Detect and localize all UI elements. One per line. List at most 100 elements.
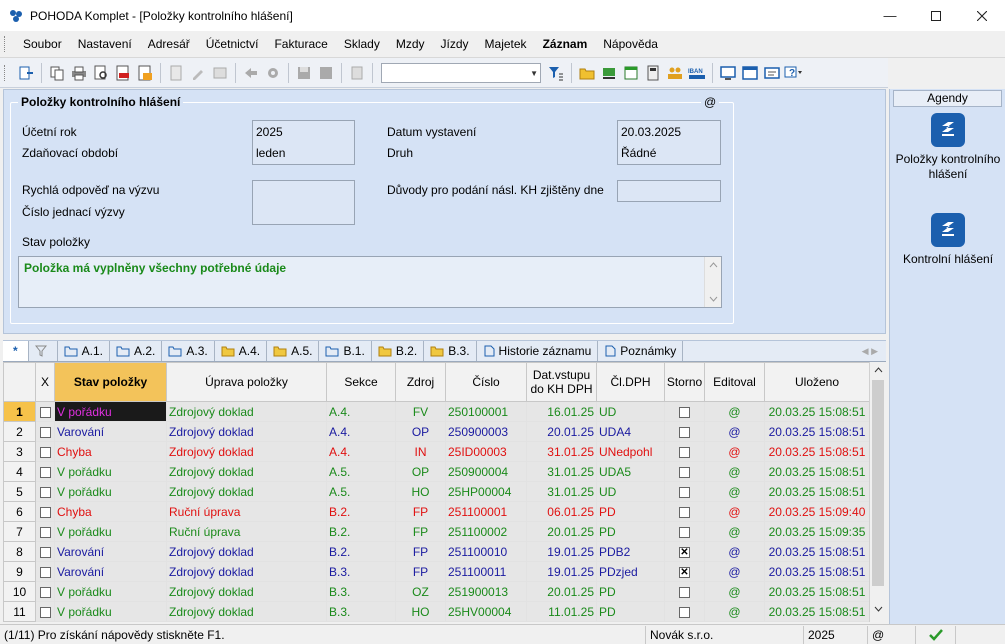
cell-ulozeno[interactable]: 20.03.25 15:08:51 <box>764 441 869 462</box>
cell-cislo[interactable]: 250900003 <box>445 421 527 442</box>
cell-editoval[interactable]: @ <box>704 601 765 622</box>
cell-datum[interactable]: 31.01.25 <box>526 441 597 462</box>
rychla-odpoved-field[interactable] <box>252 180 355 225</box>
people-icon[interactable] <box>665 63 685 83</box>
col-header-cislo[interactable]: Číslo <box>445 362 527 402</box>
card-icon[interactable] <box>762 63 782 83</box>
cell-cl-dph[interactable]: PD <box>596 601 665 622</box>
help-icon[interactable]: ? <box>784 63 804 83</box>
menu-napoveda[interactable]: Nápověda <box>595 37 666 51</box>
cell-sekce[interactable]: B.2. <box>326 501 396 522</box>
checkbox[interactable] <box>39 526 51 538</box>
row-select-checkbox[interactable] <box>35 581 55 602</box>
cell-ulozeno[interactable]: 20.03.25 15:08:51 <box>764 541 869 562</box>
cell-stav[interactable]: Varování <box>54 561 167 582</box>
cell-ulozeno[interactable]: 20.03.25 15:08:51 <box>764 421 869 442</box>
cell-editoval[interactable]: @ <box>704 441 765 462</box>
row-number[interactable]: 4 <box>3 461 36 482</box>
copy-icon[interactable] <box>47 63 67 83</box>
tab-historie[interactable]: Historie záznamu <box>477 341 599 361</box>
table-row[interactable]: 10 V pořádku Zdrojový doklad B.3. OZ 25190001… <box>3 581 869 602</box>
table-row[interactable]: 1 V pořádku Zdrojový doklad A.4. FV 250100001… <box>3 401 869 422</box>
col-header-sekce[interactable]: Sekce <box>326 362 396 402</box>
cell-editoval[interactable]: @ <box>704 541 765 562</box>
cell-zdroj[interactable]: HO <box>395 481 446 502</box>
cell-zdroj[interactable]: FP <box>395 541 446 562</box>
stav-polozky-textarea[interactable]: Položka má vyplněny všechny potřebné úda… <box>18 256 722 308</box>
row-select-checkbox[interactable] <box>35 541 55 562</box>
row-select-checkbox[interactable] <box>35 501 55 522</box>
checkbox[interactable] <box>39 566 51 578</box>
cell-uprava[interactable]: Ruční úprava <box>166 521 327 542</box>
menu-sklady[interactable]: Sklady <box>336 37 388 51</box>
table-row[interactable]: 2 Varování Zdrojový doklad A.4. OP 250900003 2… <box>3 421 869 442</box>
cell-datum[interactable]: 16.01.25 <box>526 401 597 422</box>
table-row[interactable]: 11 V pořádku Zdrojový doklad B.3. HO 25HV0000… <box>3 601 869 622</box>
row-number[interactable]: 10 <box>3 581 36 602</box>
cell-storno-checkbox[interactable] <box>664 421 705 442</box>
table-row[interactable]: 8 Varování Zdrojový doklad B.2. FP 251100010 1… <box>3 541 869 562</box>
cell-ulozeno[interactable]: 20.03.25 15:08:51 <box>764 401 869 422</box>
export-icon[interactable] <box>135 63 155 83</box>
cell-sekce[interactable]: A.4. <box>326 441 396 462</box>
checkbox[interactable] <box>39 446 51 458</box>
cell-storno-checkbox[interactable] <box>664 461 705 482</box>
pdf-icon[interactable] <box>113 63 133 83</box>
preview-icon[interactable] <box>91 63 111 83</box>
cell-cl-dph[interactable]: PD <box>596 521 665 542</box>
cell-cl-dph[interactable]: UD <box>596 481 665 502</box>
col-header-storno[interactable]: Storno <box>664 362 705 402</box>
row-number[interactable]: 11 <box>3 601 36 622</box>
minimize-button[interactable]: — <box>867 0 913 31</box>
cell-sekce[interactable]: A.5. <box>326 461 396 482</box>
checkbox[interactable] <box>679 506 690 518</box>
cell-uprava[interactable]: Zdrojový doklad <box>166 581 327 602</box>
money-icon[interactable] <box>599 63 619 83</box>
cell-uprava[interactable]: Zdrojový doklad <box>166 481 327 502</box>
checkbox[interactable] <box>39 406 51 418</box>
cell-cislo[interactable]: 251900013 <box>445 581 527 602</box>
cell-storno-checkbox[interactable] <box>664 581 705 602</box>
cell-zdroj[interactable]: FP <box>395 501 446 522</box>
row-number[interactable]: 1 <box>3 401 36 422</box>
cell-cislo[interactable]: 251100002 <box>445 521 527 542</box>
col-header-editoval[interactable]: Editoval <box>704 362 765 402</box>
col-header-x[interactable]: X <box>35 362 55 402</box>
cell-stav[interactable]: V pořádku <box>54 601 167 622</box>
checkbox[interactable] <box>39 606 51 618</box>
row-number[interactable]: 6 <box>3 501 36 522</box>
cell-uprava[interactable]: Zdrojový doklad <box>166 441 327 462</box>
cell-sekce[interactable]: A.5. <box>326 481 396 502</box>
row-number[interactable]: 9 <box>3 561 36 582</box>
cell-stav[interactable]: Chyba <box>54 441 167 462</box>
checkbox[interactable] <box>39 426 51 438</box>
cell-uprava[interactable]: Zdrojový doklad <box>166 541 327 562</box>
cell-stav[interactable]: Varování <box>54 421 167 442</box>
col-header-datum[interactable]: Dat.vstupu do KH DPH <box>526 362 597 402</box>
cell-uprava[interactable]: Zdrojový doklad <box>166 421 327 442</box>
agenda-polozky-kh[interactable]: Položky kontrolního hlášení <box>890 113 1005 182</box>
tab-poznamky[interactable]: Poznámky <box>598 341 684 361</box>
cell-stav[interactable]: Chyba <box>54 501 167 522</box>
cell-datum[interactable]: 19.01.25 <box>526 541 597 562</box>
cell-datum[interactable]: 11.01.25 <box>526 601 597 622</box>
tab-b3[interactable]: B.3. <box>424 341 477 361</box>
close-button[interactable] <box>959 0 1005 31</box>
row-number[interactable]: 8 <box>3 541 36 562</box>
table-row[interactable]: 4 V pořádku Zdrojový doklad A.5. OP 250900004… <box>3 461 869 482</box>
cell-stav[interactable]: V pořádku <box>54 461 167 482</box>
menu-fakturace[interactable]: Fakturace <box>266 37 335 51</box>
col-header-cl-dph[interactable]: Čl.DPH <box>596 362 665 402</box>
window-list-icon[interactable] <box>740 63 760 83</box>
folder-icon[interactable] <box>577 63 597 83</box>
cell-sekce[interactable]: A.4. <box>326 401 396 422</box>
tab-scroll-arrows[interactable]: ◀ ▶ <box>862 346 878 357</box>
row-number[interactable]: 2 <box>3 421 36 442</box>
calculator-icon[interactable] <box>643 63 663 83</box>
cell-cl-dph[interactable]: PD <box>596 501 665 522</box>
cell-sekce[interactable]: B.3. <box>326 561 396 582</box>
row-select-checkbox[interactable] <box>35 441 55 462</box>
tab-b2[interactable]: B.2. <box>372 341 425 361</box>
checkbox[interactable] <box>679 446 690 458</box>
monitor-icon[interactable] <box>718 63 738 83</box>
